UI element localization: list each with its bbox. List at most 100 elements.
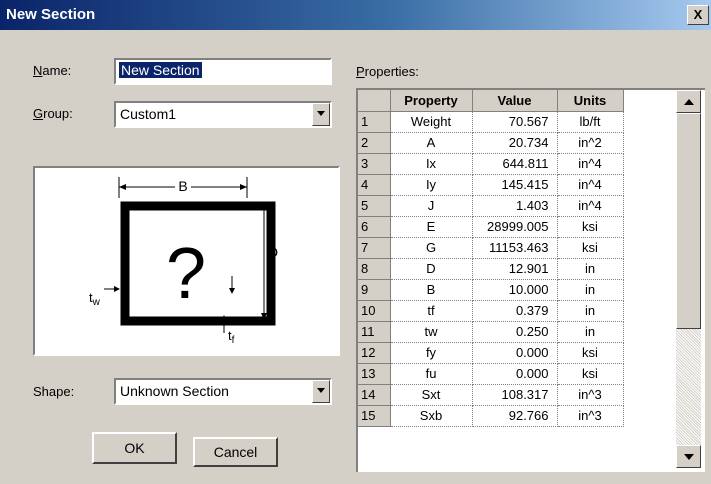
table-row[interactable]: 9 B 10.000 in [358, 279, 624, 301]
table-row[interactable]: 3 Ix 644.811 in^4 [358, 153, 624, 175]
ok-button[interactable]: OK [92, 432, 177, 464]
unknown-shape-question-mark: ? [166, 234, 206, 314]
name-input-value: New Section [119, 62, 202, 78]
header-units[interactable]: Units [557, 90, 624, 112]
units-cell: in^2 [557, 132, 624, 154]
row-number: 8 [358, 258, 391, 280]
close-button[interactable]: X [687, 5, 709, 25]
dim-b-label: B [178, 178, 187, 194]
properties-scrollbar[interactable] [676, 90, 701, 468]
properties-table: Property Value Units 1 Weight 70.567 lb/ft 2… [358, 90, 624, 427]
row-number: 15 [358, 405, 391, 427]
property-cell: Weight [390, 111, 473, 133]
table-row[interactable]: 12 fy 0.000 ksi [358, 342, 624, 364]
table-header-row: Property Value Units [358, 90, 624, 112]
property-cell: D [390, 258, 473, 280]
table-row[interactable]: 11 tw 0.250 in [358, 321, 624, 343]
shape-dropdown-arrow-icon[interactable] [312, 380, 330, 403]
value-cell[interactable]: 12.901 [472, 258, 558, 280]
value-cell[interactable]: 28999.005 [472, 216, 558, 238]
group-combo-value: Custom1 [120, 106, 177, 122]
table-row[interactable]: 6 E 28999.005 ksi [358, 216, 624, 238]
property-cell: tf [390, 300, 473, 322]
section-diagram: B D ? tw tf [89, 177, 278, 346]
row-number: 13 [358, 363, 391, 385]
header-corner [358, 90, 391, 112]
section-preview: B D ? tw tf [33, 166, 340, 356]
table-row[interactable]: 7 G 11153.463 ksi [358, 237, 624, 259]
header-property[interactable]: Property [390, 90, 473, 112]
units-cell: in^4 [557, 153, 624, 175]
scroll-up-arrow-icon[interactable] [676, 90, 701, 113]
units-cell: in^3 [557, 384, 624, 406]
tf-label: tf [228, 328, 235, 346]
tw-arrow-icon [114, 286, 120, 292]
units-cell: in [557, 300, 624, 322]
property-cell: E [390, 216, 473, 238]
properties-grid[interactable]: Property Value Units 1 Weight 70.567 lb/ft 2… [356, 88, 705, 472]
property-cell: Sxt [390, 384, 473, 406]
property-cell: J [390, 195, 473, 217]
row-number: 1 [358, 111, 391, 133]
group-label: Group: [33, 106, 73, 121]
table-row[interactable]: 4 Iy 145.415 in^4 [358, 174, 624, 196]
value-cell[interactable]: 0.250 [472, 321, 558, 343]
table-row[interactable]: 1 Weight 70.567 lb/ft [358, 111, 624, 133]
window-title: New Section [6, 6, 96, 23]
value-cell[interactable]: 145.415 [472, 174, 558, 196]
value-cell[interactable]: 1.403 [472, 195, 558, 217]
units-cell: ksi [557, 237, 624, 259]
scroll-down-arrow-icon[interactable] [676, 445, 701, 468]
property-cell: fy [390, 342, 473, 364]
property-cell: B [390, 279, 473, 301]
property-cell: A [390, 132, 473, 154]
property-cell: G [390, 237, 473, 259]
units-cell: in [557, 279, 624, 301]
value-cell[interactable]: 70.567 [472, 111, 558, 133]
units-cell: ksi [557, 342, 624, 364]
properties-label: Properties: [356, 64, 419, 79]
value-cell[interactable]: 0.000 [472, 342, 558, 364]
name-label: Name: [33, 63, 72, 78]
table-row[interactable]: 2 A 20.734 in^2 [358, 132, 624, 154]
shape-label: Shape: [33, 384, 75, 399]
value-cell[interactable]: 92.766 [472, 405, 558, 427]
table-row[interactable]: 10 tf 0.379 in [358, 300, 624, 322]
row-number: 12 [358, 342, 391, 364]
units-cell: in [557, 258, 624, 280]
row-number: 11 [358, 321, 391, 343]
scroll-thumb[interactable] [676, 113, 701, 329]
tw-label: tw [89, 290, 101, 308]
property-cell: Ix [390, 153, 473, 175]
table-row[interactable]: 15 Sxb 92.766 in^3 [358, 405, 624, 427]
property-cell: fu [390, 363, 473, 385]
units-cell: lb/ft [557, 111, 624, 133]
value-cell[interactable]: 11153.463 [472, 237, 558, 259]
value-cell[interactable]: 20.734 [472, 132, 558, 154]
cancel-button[interactable]: Cancel [193, 437, 278, 467]
shape-combo-value: Unknown Section [120, 383, 229, 399]
table-row[interactable]: 8 D 12.901 in [358, 258, 624, 280]
group-combo[interactable]: Custom1 [114, 101, 332, 128]
dim-d-label: D [268, 244, 278, 260]
units-cell: in^4 [557, 195, 624, 217]
row-number: 5 [358, 195, 391, 217]
name-input[interactable]: New Section [114, 58, 332, 85]
value-cell[interactable]: 0.000 [472, 363, 558, 385]
value-cell[interactable]: 10.000 [472, 279, 558, 301]
table-row[interactable]: 13 fu 0.000 ksi [358, 363, 624, 385]
table-row[interactable]: 14 Sxt 108.317 in^3 [358, 384, 624, 406]
property-cell: Sxb [390, 405, 473, 427]
units-cell: in^4 [557, 174, 624, 196]
units-cell: ksi [557, 216, 624, 238]
table-row[interactable]: 5 J 1.403 in^4 [358, 195, 624, 217]
value-cell[interactable]: 644.811 [472, 153, 558, 175]
value-cell[interactable]: 108.317 [472, 384, 558, 406]
row-number: 9 [358, 279, 391, 301]
header-value[interactable]: Value [472, 90, 558, 112]
row-number: 4 [358, 174, 391, 196]
shape-combo[interactable]: Unknown Section [114, 378, 332, 405]
group-dropdown-arrow-icon[interactable] [312, 103, 330, 126]
value-cell[interactable]: 0.379 [472, 300, 558, 322]
row-number: 6 [358, 216, 391, 238]
